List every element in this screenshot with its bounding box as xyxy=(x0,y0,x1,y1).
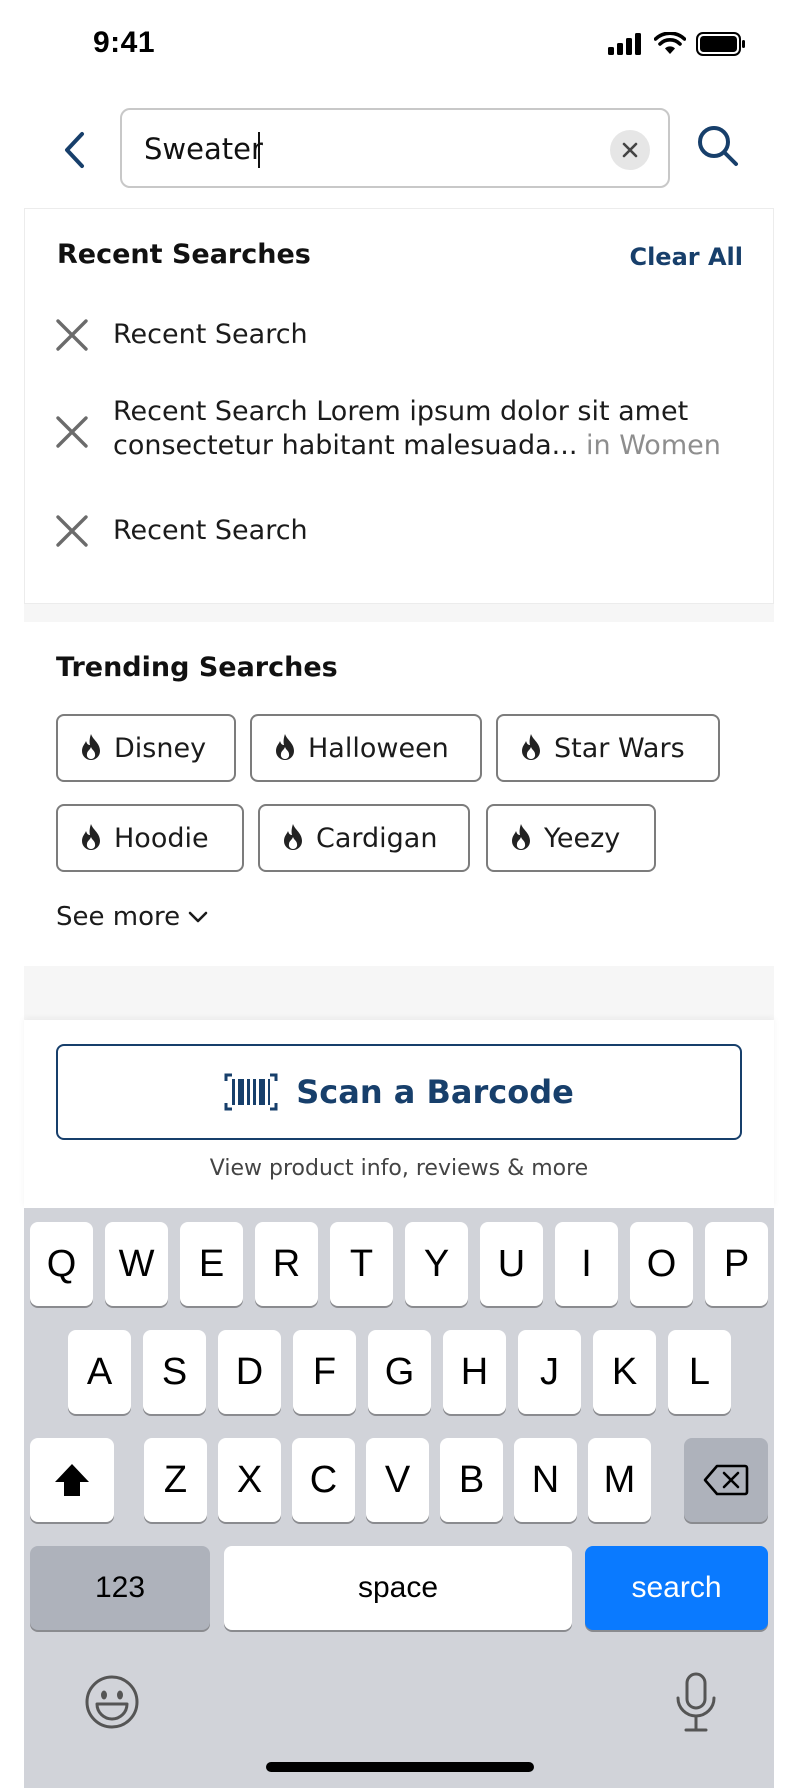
search-button[interactable] xyxy=(696,124,740,174)
chip-label: Cardigan xyxy=(316,822,438,854)
scan-barcode-label: Scan a Barcode xyxy=(296,1073,574,1111)
key-w[interactable]: W xyxy=(105,1222,168,1306)
key-n[interactable]: N xyxy=(514,1438,577,1522)
trending-chip-halloween[interactable]: Halloween xyxy=(250,714,482,782)
clear-all-button[interactable]: Clear All xyxy=(629,243,743,271)
key-f[interactable]: F xyxy=(293,1330,356,1414)
key-l[interactable]: L xyxy=(668,1330,731,1414)
key-a[interactable]: A xyxy=(68,1330,131,1414)
key-v[interactable]: V xyxy=(366,1438,429,1522)
status-bar: 9:41 xyxy=(0,0,798,92)
chip-label: Disney xyxy=(114,732,207,764)
search-box[interactable] xyxy=(120,108,670,188)
key-x[interactable]: X xyxy=(218,1438,281,1522)
signal-icon xyxy=(608,33,641,55)
key-o[interactable]: O xyxy=(630,1222,693,1306)
key-d[interactable]: D xyxy=(218,1330,281,1414)
recent-search-line-1: Recent Search Lorem ipsum dolor sit amet xyxy=(113,396,689,427)
emoji-icon[interactable] xyxy=(84,1674,140,1730)
key-k[interactable]: K xyxy=(593,1330,656,1414)
section-divider xyxy=(24,604,774,622)
recent-search-item[interactable]: Recent Search xyxy=(25,501,775,561)
status-icons xyxy=(608,32,746,56)
flame-icon xyxy=(522,734,540,760)
keyboard: Q W E R T Y U I O P A S D F G H J K L Z … xyxy=(24,1208,774,1788)
key-h[interactable]: H xyxy=(443,1330,506,1414)
recent-searches-title: Recent Searches xyxy=(57,239,311,270)
recent-search-line-2-text: consectetur habitant malesuada... xyxy=(113,430,578,461)
trending-searches-title: Trending Searches xyxy=(56,652,338,683)
key-b[interactable]: B xyxy=(440,1438,503,1522)
remove-icon[interactable] xyxy=(55,514,89,548)
barcode-icon xyxy=(224,1073,278,1111)
trending-searches-panel: Trending Searches Disney Halloween Star … xyxy=(24,622,774,966)
search-icon xyxy=(698,126,738,166)
chip-label: Hoodie xyxy=(114,822,209,854)
key-r[interactable]: R xyxy=(255,1222,318,1306)
see-more-label: See more xyxy=(56,902,181,932)
recent-search-line-2: consectetur habitant malesuada... in Wom… xyxy=(113,429,721,463)
key-j[interactable]: J xyxy=(518,1330,581,1414)
recent-search-category: in Women xyxy=(586,430,721,461)
space-key[interactable]: space xyxy=(224,1546,572,1630)
scan-caption: View product info, reviews & more xyxy=(209,1156,589,1181)
recent-search-item[interactable]: Recent Search Lorem ipsum dolor sit amet… xyxy=(25,395,775,469)
search-key[interactable]: search xyxy=(585,1546,768,1630)
battery-icon xyxy=(696,32,745,56)
remove-icon[interactable] xyxy=(55,318,89,352)
key-t[interactable]: T xyxy=(330,1222,393,1306)
recent-searches-panel: Recent Searches Clear All Recent Search … xyxy=(24,208,774,604)
see-more-button[interactable]: See more xyxy=(56,902,208,932)
recent-search-text: Recent Search Lorem ipsum dolor sit amet… xyxy=(113,395,721,463)
key-z[interactable]: Z xyxy=(144,1438,207,1522)
scan-section: Scan a Barcode View product info, review… xyxy=(24,1020,774,1208)
trending-chip-yeezy[interactable]: Yeezy xyxy=(486,804,656,872)
key-y[interactable]: Y xyxy=(405,1222,468,1306)
back-chevron-icon xyxy=(65,132,84,168)
key-g[interactable]: G xyxy=(368,1330,431,1414)
flame-icon xyxy=(284,824,302,850)
chip-label: Halloween xyxy=(308,732,449,764)
section-divider xyxy=(24,966,774,1020)
key-m[interactable]: M xyxy=(588,1438,651,1522)
backspace-icon xyxy=(703,1464,749,1496)
flame-icon xyxy=(82,824,100,850)
trending-chip-star-wars[interactable]: Star Wars xyxy=(496,714,720,782)
home-indicator xyxy=(266,1762,534,1772)
remove-icon[interactable] xyxy=(55,415,89,449)
search-header xyxy=(0,92,798,208)
flame-icon xyxy=(276,734,294,760)
trending-chip-disney[interactable]: Disney xyxy=(56,714,236,782)
trending-chip-hoodie[interactable]: Hoodie xyxy=(56,804,244,872)
key-e[interactable]: E xyxy=(180,1222,243,1306)
scan-barcode-button[interactable]: Scan a Barcode xyxy=(56,1044,742,1140)
clear-input-icon xyxy=(622,142,638,158)
key-p[interactable]: P xyxy=(705,1222,768,1306)
clear-input-button[interactable] xyxy=(610,130,650,170)
key-c[interactable]: C xyxy=(292,1438,355,1522)
wifi-icon xyxy=(654,32,686,54)
recent-search-text: Recent Search xyxy=(113,319,308,350)
microphone-icon[interactable] xyxy=(674,1672,718,1734)
key-u[interactable]: U xyxy=(480,1222,543,1306)
text-caret xyxy=(258,132,260,168)
back-button[interactable] xyxy=(52,124,96,176)
search-input[interactable] xyxy=(144,128,584,170)
chip-label: Star Wars xyxy=(554,732,685,764)
recent-search-text: Recent Search xyxy=(113,515,308,546)
recent-search-item[interactable]: Recent Search xyxy=(25,305,775,365)
numbers-key[interactable]: 123 xyxy=(30,1546,210,1630)
flame-icon xyxy=(82,734,100,760)
status-time: 9:41 xyxy=(93,26,156,59)
key-q[interactable]: Q xyxy=(30,1222,93,1306)
key-s[interactable]: S xyxy=(143,1330,206,1414)
flame-icon xyxy=(512,824,530,850)
key-i[interactable]: I xyxy=(555,1222,618,1306)
backspace-key[interactable] xyxy=(684,1438,768,1522)
trending-chip-cardigan[interactable]: Cardigan xyxy=(258,804,470,872)
shift-key[interactable] xyxy=(30,1438,114,1522)
chip-label: Yeezy xyxy=(544,822,621,854)
chevron-down-icon xyxy=(188,911,208,923)
shift-icon xyxy=(55,1464,89,1496)
